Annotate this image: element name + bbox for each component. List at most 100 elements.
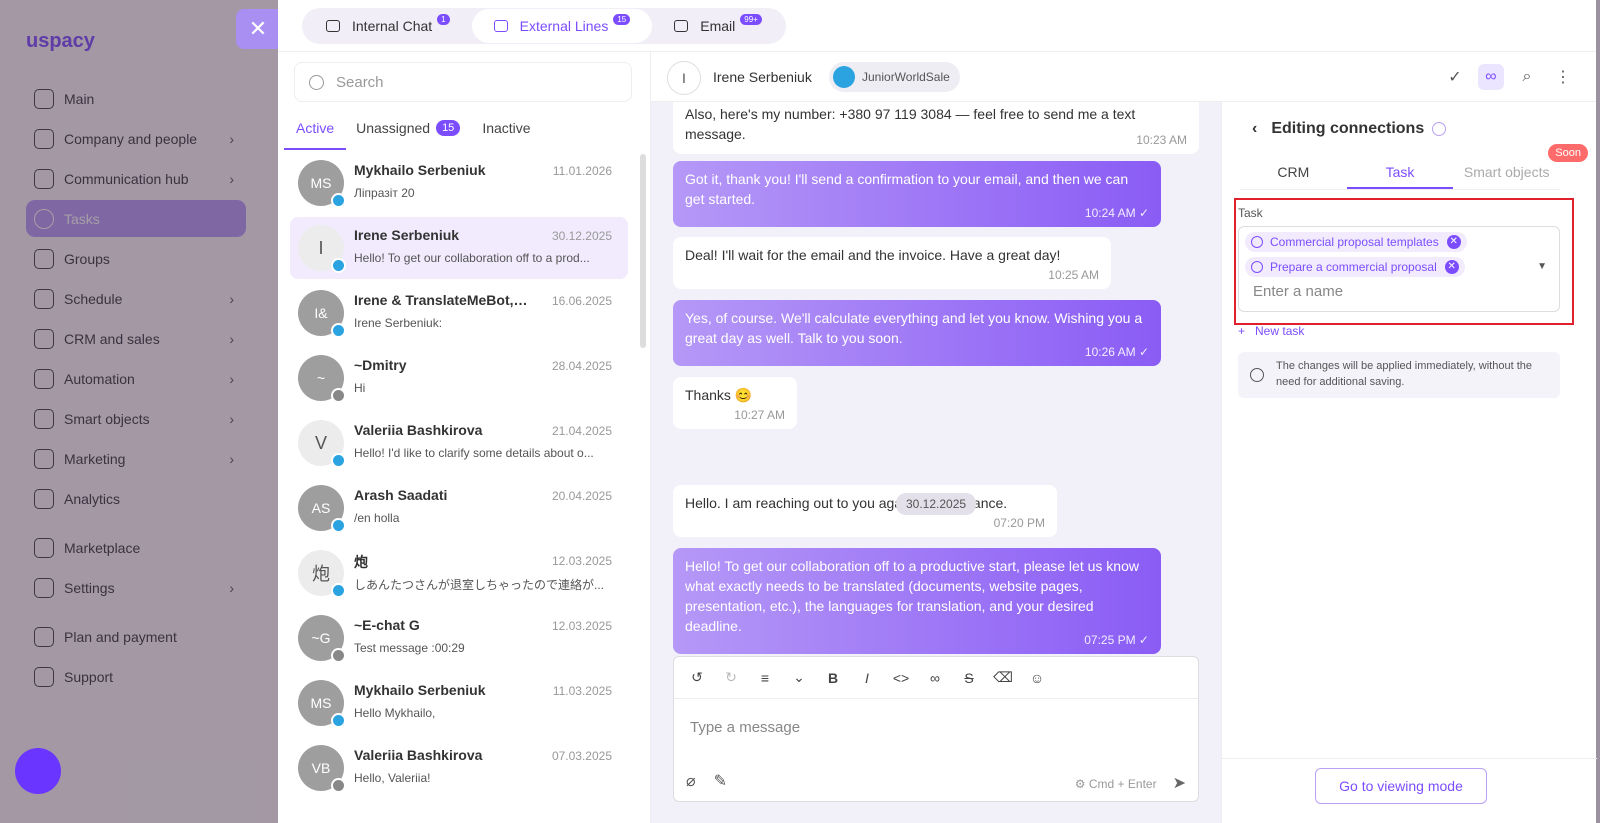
- telegram-icon: [331, 258, 346, 273]
- telegram-icon: [331, 193, 346, 208]
- tab-inactive[interactable]: Inactive: [478, 112, 534, 144]
- chat-list-item[interactable]: AS Arash Saadati 20.04.2025/en holla: [290, 477, 628, 539]
- trash-icon[interactable]: ⌫: [992, 667, 1014, 689]
- message-input[interactable]: Type a message: [690, 719, 800, 736]
- code-icon[interactable]: <>: [890, 667, 912, 689]
- chat-list-item[interactable]: MS Mykhailo Serbeniuk 11.01.2026 Ліпразіт 2…: [290, 152, 628, 214]
- task-chip: Prepare a commercial proposal ✕: [1245, 257, 1465, 277]
- tab-unassigned[interactable]: Unassigned 15: [352, 112, 464, 144]
- message-incoming: Deal! I'll wait for the email and the in…: [673, 237, 1111, 289]
- date-divider: 30.12.2025: [896, 493, 977, 515]
- chat-header: I Irene Serbeniuk JuniorWorldSale ✓ ∞ ⌕ …: [651, 52, 1596, 102]
- composer-footer: ⌀ ✎: [686, 771, 745, 791]
- tab-active[interactable]: Active: [283, 112, 347, 150]
- check-circle-icon[interactable]: ✓: [1442, 64, 1468, 90]
- chat-list-item-selected[interactable]: I Irene Serbeniuk 30.12.2025 Hello! To get …: [290, 217, 628, 279]
- send-area: ⚙ Cmd + Enter ➤: [1074, 775, 1186, 792]
- remove-chip-icon[interactable]: ✕: [1444, 260, 1459, 274]
- channel-chip[interactable]: JuniorWorldSale: [829, 62, 960, 92]
- formatting-toolbar: ↺ ↻ ≡ ⌄ B I <> ∞ S ⌫ ☺: [674, 657, 1198, 699]
- whatsapp-icon: [331, 778, 346, 793]
- panel-title: Editing connections: [1271, 120, 1425, 137]
- tab-count: 1: [437, 13, 450, 25]
- avatar: MS: [298, 680, 346, 728]
- channel-tabs-bar: Internal Chat 1 External Lines 15 Email 99+: [278, 0, 1596, 52]
- italic-icon[interactable]: I: [856, 667, 878, 689]
- chat-list-item[interactable]: I& Irene & TranslateMeBot, ... 16.06.2025 I…: [290, 282, 628, 344]
- telegram-icon: [331, 323, 346, 338]
- send-icon[interactable]: ➤: [1173, 775, 1186, 792]
- chat-list: MS Mykhailo Serbeniuk 11.01.2026 Ліпразіт 2…: [290, 152, 628, 802]
- help-icon[interactable]: [1432, 122, 1447, 136]
- chat-list-column: Search Active Unassigned 15 Inactive MS My…: [278, 52, 651, 823]
- avatar: 炮: [298, 550, 346, 598]
- message-outgoing: Got it, thank you! I'll send a confirmat…: [673, 161, 1161, 227]
- task-field-label: Task: [1238, 206, 1263, 220]
- avatar: AS: [298, 485, 346, 533]
- bold-icon[interactable]: B: [822, 667, 844, 689]
- tab-smart-objects: Smart objects: [1463, 164, 1550, 180]
- chat-list-scrollbar[interactable]: [640, 154, 646, 348]
- chat-list-item[interactable]: ~ ~Dmitry 28.04.2025 Hi: [290, 347, 628, 409]
- message-outgoing: Hello! To get our collaboration off to a…: [673, 548, 1161, 654]
- connection-tabs: CRM Task Smart objects: [1240, 158, 1560, 190]
- tab-task[interactable]: Task: [1346, 158, 1454, 189]
- avatar: VB: [298, 745, 346, 793]
- message-incoming: Thanks 😊 10:27 AM: [673, 377, 797, 429]
- chat-list-item[interactable]: 炮炮 12.03.2025 しあんたつさんが退室しちゃったので連絡が...: [290, 542, 628, 604]
- task-select[interactable]: Commercial proposal templates ✕ Prepare a…: [1238, 226, 1560, 312]
- chat-list-item[interactable]: ~G ~E-chat G 12.03.2025 Test message :00:29: [290, 607, 628, 669]
- link-icon[interactable]: ∞: [1478, 64, 1504, 90]
- tab-email[interactable]: Email 99+: [652, 9, 784, 43]
- chat-list-item[interactable]: VB Valeriia Bashkirova 07.03.2025 Hello, Va…: [290, 737, 628, 799]
- strikethrough-icon[interactable]: S: [958, 667, 980, 689]
- task-name-input[interactable]: Enter a name: [1253, 283, 1343, 300]
- avatar: I: [667, 61, 701, 95]
- telegram-icon: [331, 713, 346, 728]
- sticker-icon[interactable]: ✎: [714, 771, 727, 791]
- chevron-left-icon[interactable]: ‹: [1252, 120, 1257, 138]
- chevron-down-icon[interactable]: ⌄: [788, 667, 810, 689]
- message-composer: ↺ ↻ ≡ ⌄ B I <> ∞ S ⌫ ☺ Type a message ⌀ …: [673, 656, 1199, 802]
- telegram-icon: [331, 453, 346, 468]
- close-icon[interactable]: ✕: [236, 9, 280, 49]
- search-icon[interactable]: ⌕: [1514, 64, 1540, 90]
- avatar: MS: [298, 160, 346, 208]
- tab-count: 99+: [740, 13, 762, 25]
- more-vertical-icon[interactable]: ⋮: [1550, 64, 1576, 90]
- dropdown-arrow-icon[interactable]: ▼: [1537, 261, 1547, 272]
- new-task-link[interactable]: + New task: [1238, 324, 1304, 338]
- redo-icon[interactable]: ↻: [720, 667, 742, 689]
- avatar: ~: [298, 355, 346, 403]
- task-chip: Commercial proposal templates ✕: [1245, 232, 1467, 252]
- chat-list-item[interactable]: V Valeriia Bashkirova 21.04.2025 Hello! I'd…: [290, 412, 628, 474]
- message-outgoing: Yes, of course. We'll calculate everythi…: [673, 300, 1161, 366]
- message-incoming: Hello. I am reaching out to you again fo…: [673, 485, 1057, 537]
- remove-chip-icon[interactable]: ✕: [1446, 235, 1461, 249]
- envelope-icon: [674, 20, 689, 32]
- info-note: The changes will be applied immediately,…: [1238, 352, 1560, 398]
- check-circle-icon: [1251, 236, 1263, 248]
- emoji-icon[interactable]: ☺: [1026, 667, 1048, 689]
- info-icon: [1250, 368, 1264, 382]
- chat-bubble-icon: [326, 20, 340, 32]
- telegram-icon: [833, 66, 855, 88]
- support-chat-icon[interactable]: [15, 748, 61, 794]
- viewing-mode-button[interactable]: Go to viewing mode: [1315, 768, 1487, 804]
- settings-icon[interactable]: ⚙: [1075, 777, 1089, 791]
- attach-icon[interactable]: ⌀: [686, 771, 696, 791]
- link-icon[interactable]: ∞: [924, 667, 946, 689]
- telegram-icon: [331, 518, 346, 533]
- undo-icon[interactable]: ↺: [686, 667, 708, 689]
- chat-list-item[interactable]: MS Mykhailo Serbeniuk 11.03.2025 Hello Mykh…: [290, 672, 628, 734]
- tab-internal-chat[interactable]: Internal Chat 1: [304, 9, 472, 43]
- contact-name: Irene Serbeniuk: [713, 69, 812, 85]
- tab-crm[interactable]: CRM: [1240, 158, 1347, 189]
- unassigned-count: 15: [436, 120, 461, 136]
- avatar: ~G: [298, 615, 346, 663]
- chat-panel: Internal Chat 1 External Lines 15 Email 99+…: [278, 0, 1597, 823]
- search-input[interactable]: Search: [294, 62, 632, 102]
- align-icon[interactable]: ≡: [754, 667, 776, 689]
- panel-header: ‹ Editing connections: [1252, 120, 1447, 138]
- tab-external-lines[interactable]: External Lines 15: [471, 9, 653, 43]
